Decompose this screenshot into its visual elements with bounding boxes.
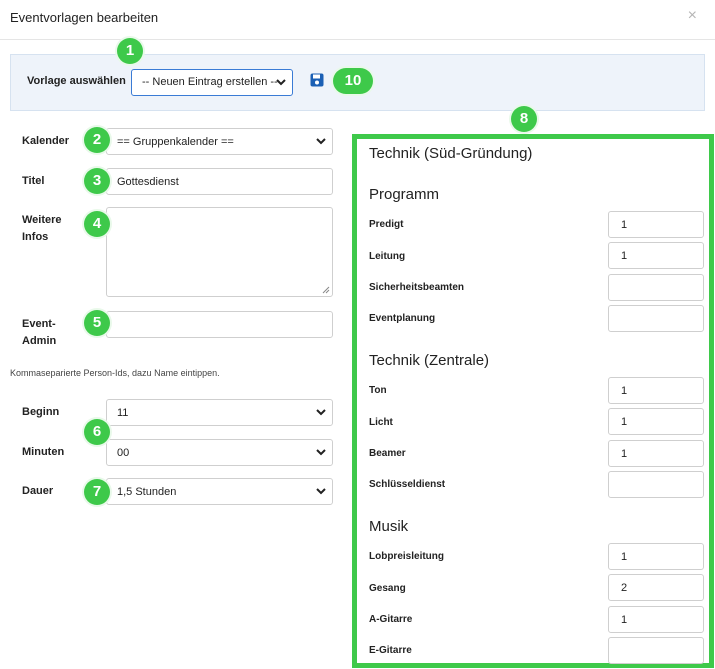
chevron-down-icon — [316, 488, 326, 495]
chevron-down-icon — [316, 449, 326, 456]
dialog-header: Eventvorlagen bearbeiten × — [0, 0, 715, 40]
role-label: Lobpreisleitung — [369, 551, 444, 562]
group-title: Technik (Zentrale) — [369, 352, 490, 369]
annotation-badge: 8 — [511, 106, 537, 132]
admin-input[interactable] — [106, 311, 333, 338]
title-input-value: Gottesdienst — [117, 176, 179, 188]
role-label: A-Gitarre — [369, 614, 413, 625]
role-label: Predigt — [369, 219, 404, 230]
template-label: Vorlage auswählen — [27, 75, 126, 87]
group-title: Programm — [369, 186, 440, 203]
resize-grip-icon[interactable] — [322, 286, 330, 294]
role-label: Eventplanung — [369, 313, 436, 324]
chevron-down-icon — [276, 79, 286, 86]
role-count-input[interactable]: 1 — [608, 377, 704, 404]
info-label-line1: Weitere — [22, 214, 62, 226]
annotation-badge: 5 — [84, 310, 110, 336]
duration-select[interactable]: 1,5 Stunden — [106, 478, 333, 505]
duration-label: Dauer — [22, 485, 54, 497]
admin-label-line1: Event- — [22, 318, 56, 330]
role-count-input[interactable] — [608, 637, 704, 664]
info-textarea[interactable] — [106, 207, 333, 297]
chevron-down-icon — [316, 138, 326, 145]
close-icon[interactable]: × — [688, 7, 697, 25]
calendar-label: Kalender — [22, 135, 70, 147]
role-label: Schlüsseldienst — [369, 479, 446, 490]
role-count-input[interactable] — [608, 471, 704, 498]
role-count-input[interactable]: 1 — [608, 211, 704, 238]
role-count-input[interactable]: 1 — [608, 606, 704, 633]
calendar-select[interactable]: == Gruppenkalender == — [106, 128, 333, 155]
role-count-input[interactable]: 1 — [608, 543, 704, 570]
role-count-input[interactable] — [608, 274, 704, 301]
minutes-select-value: 00 — [117, 447, 130, 459]
role-label: Leitung — [369, 251, 406, 262]
chevron-down-icon — [316, 409, 326, 416]
role-label: Licht — [369, 417, 393, 428]
panel-title: Technik (Süd-Gründung) — [369, 145, 533, 162]
annotation-badge: 10 — [333, 68, 373, 94]
role-count-input[interactable]: 1 — [608, 408, 704, 435]
role-count-input[interactable]: 1 — [608, 242, 704, 269]
dialog-title: Eventvorlagen bearbeiten — [10, 10, 159, 25]
title-input[interactable]: Gottesdienst — [106, 168, 333, 195]
role-label: Gesang — [369, 583, 406, 594]
minutes-label: Minuten — [22, 446, 65, 458]
role-count-input[interactable]: 1 — [608, 440, 704, 467]
role-label: E-Gitarre — [369, 645, 412, 656]
group-title: Musik — [369, 518, 409, 535]
calendar-select-value: == Gruppenkalender == — [117, 136, 234, 148]
annotation-badge: 1 — [117, 38, 143, 64]
begin-select-value: 11 — [117, 407, 129, 419]
floppy-disk-icon[interactable] — [310, 73, 324, 87]
role-label: Ton — [369, 385, 387, 396]
admin-label: Event- Admin — [22, 316, 56, 350]
admin-hint: Kommaseparierte Person-Ids, dazu Name ei… — [10, 368, 220, 378]
annotation-badge: 3 — [84, 168, 110, 194]
annotation-badge: 6 — [84, 419, 110, 445]
role-label: Beamer — [369, 448, 406, 459]
admin-label-line2: Admin — [22, 335, 57, 347]
template-select[interactable]: -- Neuen Eintrag erstellen -- — [131, 69, 293, 96]
annotation-badge: 4 — [84, 211, 110, 237]
role-label: Sicherheitsbeamten — [369, 282, 465, 293]
title-label: Titel — [22, 175, 45, 187]
minutes-select[interactable]: 00 — [106, 439, 333, 466]
begin-label: Beginn — [22, 406, 60, 418]
begin-select[interactable]: 11 — [106, 399, 333, 426]
annotation-badge: 2 — [84, 127, 110, 153]
role-count-input[interactable] — [608, 305, 704, 332]
duration-select-value: 1,5 Stunden — [117, 486, 177, 498]
info-label: Weitere Infos — [22, 212, 62, 246]
template-select-value: -- Neuen Eintrag erstellen -- — [142, 76, 278, 88]
role-count-input[interactable]: 2 — [608, 574, 704, 601]
annotation-badge: 7 — [84, 479, 110, 505]
info-label-line2: Infos — [22, 231, 49, 243]
